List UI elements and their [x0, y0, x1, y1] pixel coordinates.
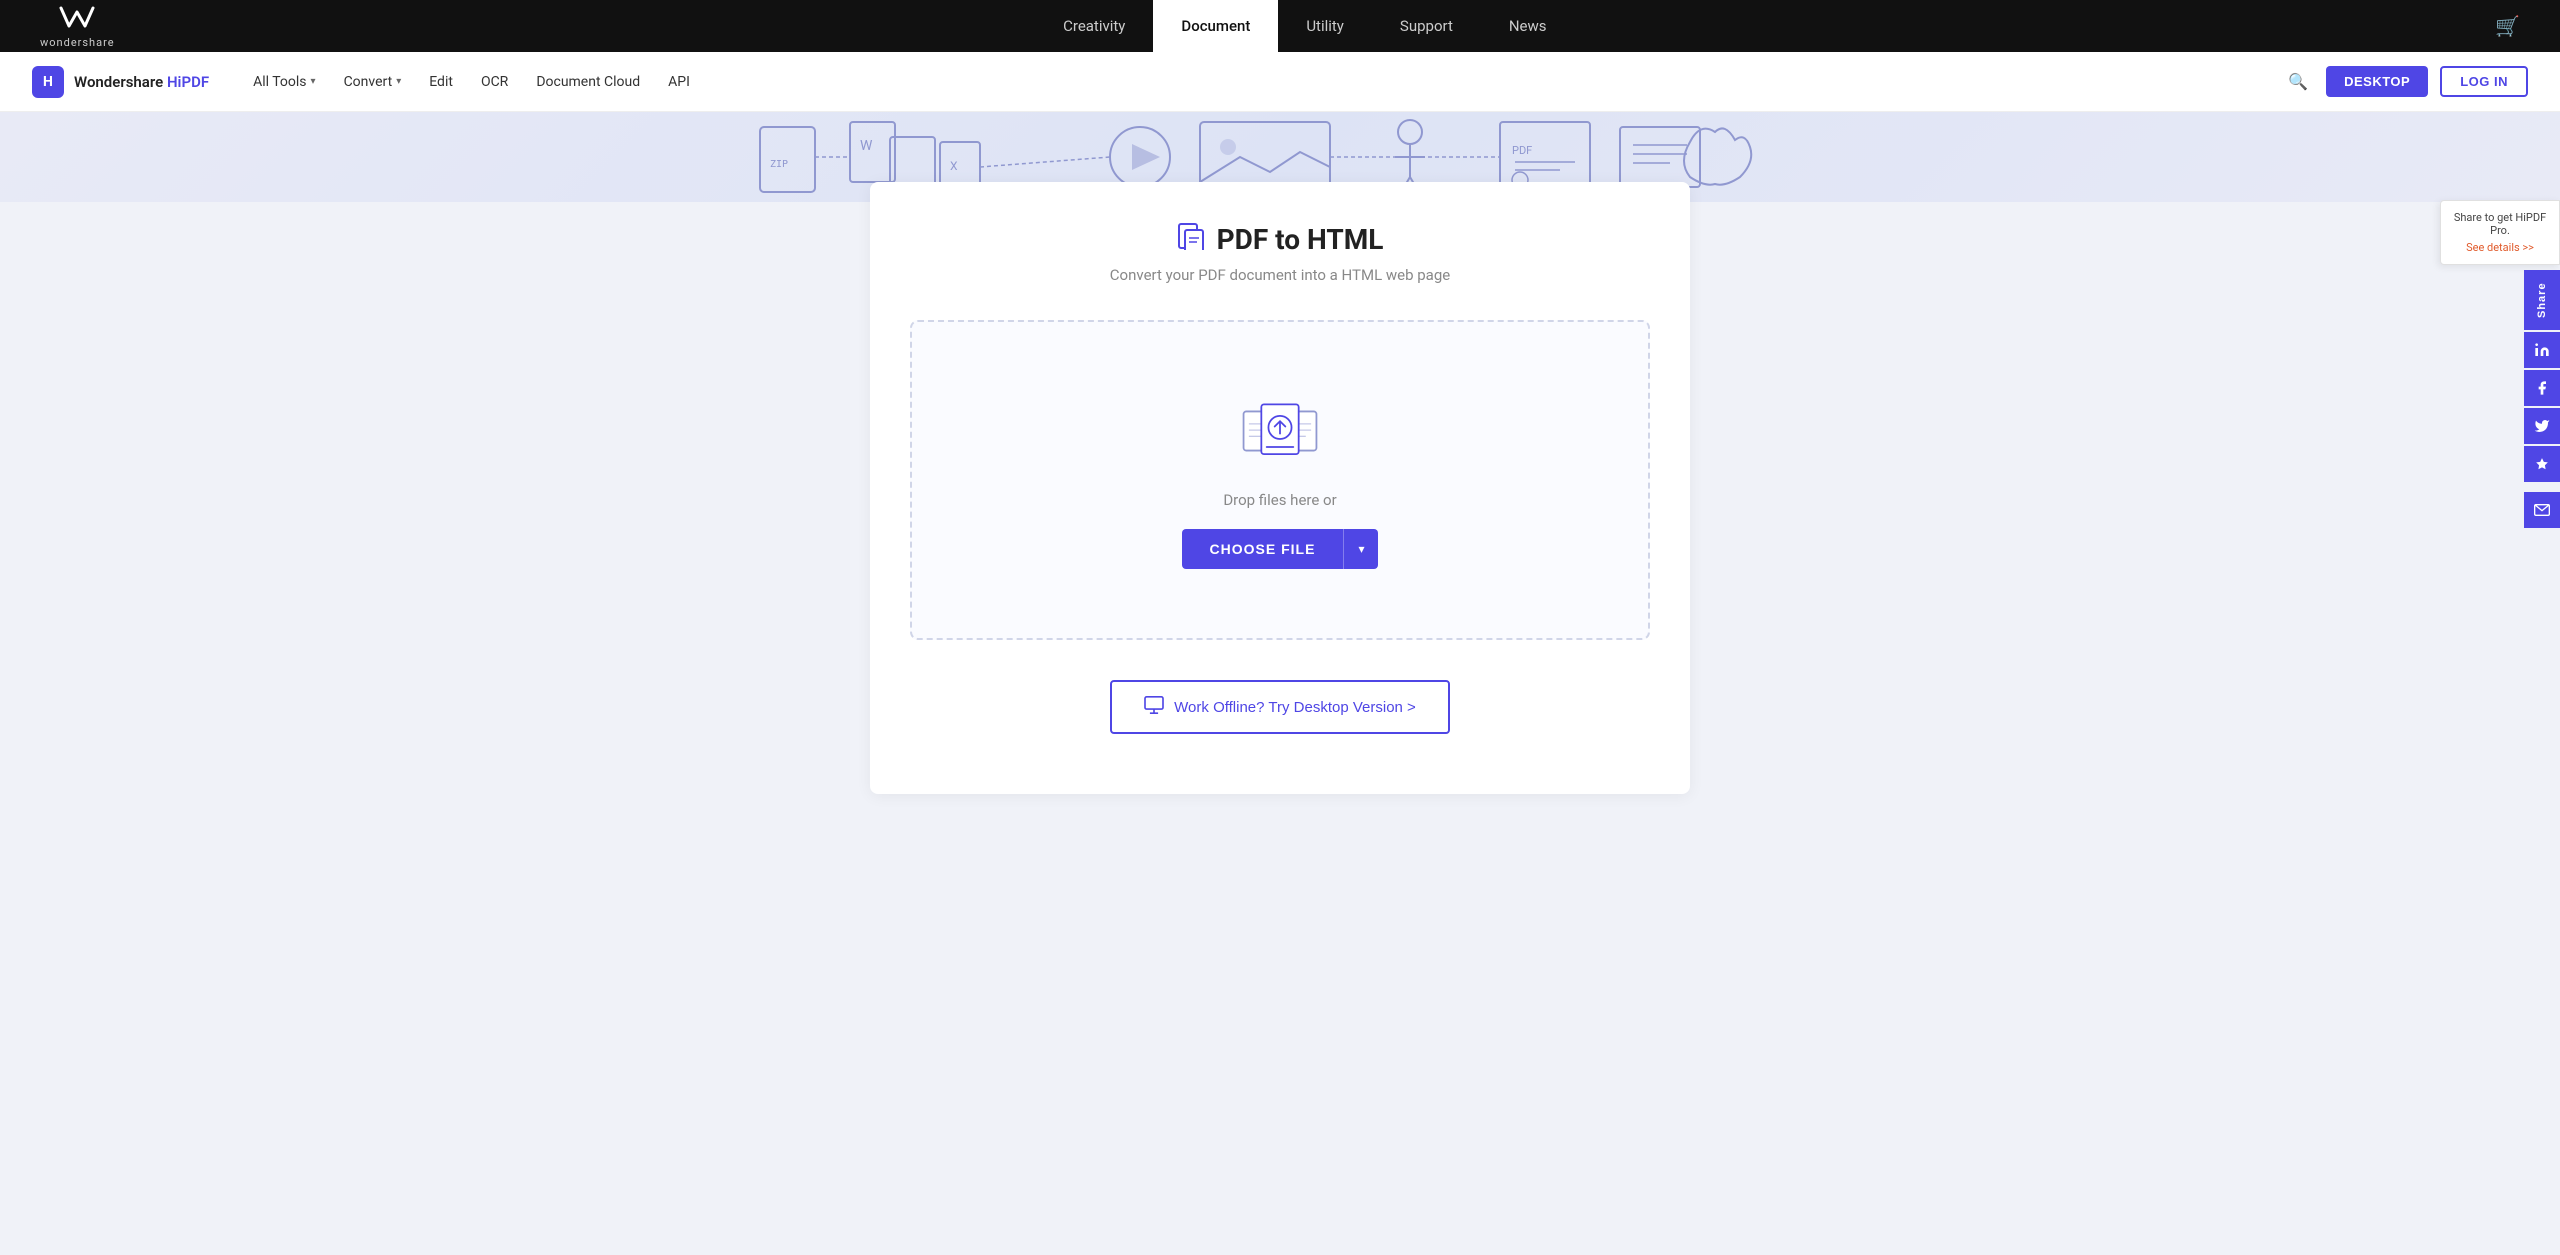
top-nav-right: 🛒 — [2495, 14, 2520, 38]
choose-file-dropdown-button[interactable]: ▾ — [1343, 529, 1378, 569]
sec-nav-right: 🔍 DESKTOP LOG IN — [2282, 66, 2528, 98]
hipdf-logo-icon: H — [32, 66, 64, 98]
nav-utility[interactable]: Utility — [1278, 0, 1372, 52]
brand-logo-text: Wondershare HiPDF — [74, 73, 209, 91]
svg-text:W: W — [860, 138, 873, 154]
main-card: PDF to HTML Convert your PDF document in… — [870, 182, 1690, 794]
nav-creativity[interactable]: Creativity — [1035, 0, 1153, 52]
sec-nav-all-tools[interactable]: All Tools ▾ — [241, 68, 327, 96]
sec-nav-document-cloud[interactable]: Document Cloud — [524, 68, 652, 96]
svg-text:ZIP: ZIP — [770, 159, 788, 170]
sec-nav-api[interactable]: API — [656, 68, 702, 96]
page-title: PDF to HTML — [1217, 223, 1384, 256]
twitter-share-button[interactable] — [2524, 408, 2560, 444]
share-promo-link[interactable]: See details >> — [2466, 241, 2534, 254]
page-subtitle: Convert your PDF document into a HTML we… — [910, 266, 1650, 284]
nav-support[interactable]: Support — [1372, 0, 1481, 52]
upload-zone[interactable]: Drop files here or CHOOSE FILE ▾ — [910, 320, 1650, 640]
nav-document[interactable]: Document — [1153, 0, 1278, 52]
linkedin-share-button[interactable] — [2524, 332, 2560, 368]
monitor-icon — [1144, 696, 1164, 718]
top-nav-links: Creativity Document Utility Support News — [1035, 0, 1574, 52]
desktop-version-button[interactable]: Work Offline? Try Desktop Version > — [1110, 680, 1450, 734]
cart-icon[interactable]: 🛒 — [2495, 14, 2520, 38]
sec-nav-convert[interactable]: Convert ▾ — [332, 68, 414, 96]
chevron-down-icon: ▾ — [311, 76, 316, 87]
login-button[interactable]: LOG IN — [2440, 66, 2528, 97]
desktop-button[interactable]: DESKTOP — [2326, 66, 2428, 97]
svg-text:PDF: PDF — [1512, 144, 1532, 157]
upload-svg-icon — [1240, 391, 1320, 471]
drop-text: Drop files here or — [1223, 491, 1336, 509]
pdf-to-html-icon — [1177, 222, 1205, 256]
card-wrapper: PDF to HTML Convert your PDF document in… — [870, 182, 1690, 794]
facebook-share-button[interactable] — [2524, 370, 2560, 406]
chevron-down-icon: ▾ — [396, 76, 401, 87]
main-content: PDF to HTML Convert your PDF document in… — [0, 202, 2560, 854]
chevron-down-icon: ▾ — [1358, 542, 1364, 556]
wondershare-logo[interactable]: wondershare — [40, 4, 115, 49]
share-label-button[interactable]: Share — [2524, 270, 2560, 330]
email-share-button[interactable] — [2524, 492, 2560, 528]
choose-file-button[interactable]: CHOOSE FILE — [1182, 529, 1344, 569]
choose-file-row: CHOOSE FILE ▾ — [1182, 529, 1379, 569]
desktop-version-label: Work Offline? Try Desktop Version > — [1174, 699, 1416, 716]
search-button[interactable]: 🔍 — [2282, 66, 2314, 98]
upload-icon — [1240, 391, 1320, 471]
secondary-nav: H Wondershare HiPDF All Tools ▾ Convert … — [0, 52, 2560, 112]
sec-nav-links: All Tools ▾ Convert ▾ Edit OCR Document … — [241, 68, 2250, 96]
bookmark-share-button[interactable] — [2524, 446, 2560, 482]
sec-nav-edit[interactable]: Edit — [417, 68, 465, 96]
desktop-btn-wrap: Work Offline? Try Desktop Version > — [910, 680, 1650, 734]
svg-text:X: X — [950, 159, 958, 173]
top-nav: wondershare Creativity Document Utility … — [0, 0, 2560, 52]
card-title-row: PDF to HTML — [910, 222, 1650, 256]
logo-text: wondershare — [40, 36, 115, 49]
nav-news[interactable]: News — [1481, 0, 1575, 52]
sec-nav-ocr[interactable]: OCR — [469, 68, 520, 96]
brand-logo[interactable]: H Wondershare HiPDF — [32, 66, 209, 98]
logo-icon — [59, 4, 95, 36]
share-promo-text: Share to get HiPDF Pro. — [2453, 211, 2547, 237]
share-sidebar: Share — [2524, 270, 2560, 528]
share-promo: Share to get HiPDF Pro. See details >> — [2440, 200, 2560, 265]
